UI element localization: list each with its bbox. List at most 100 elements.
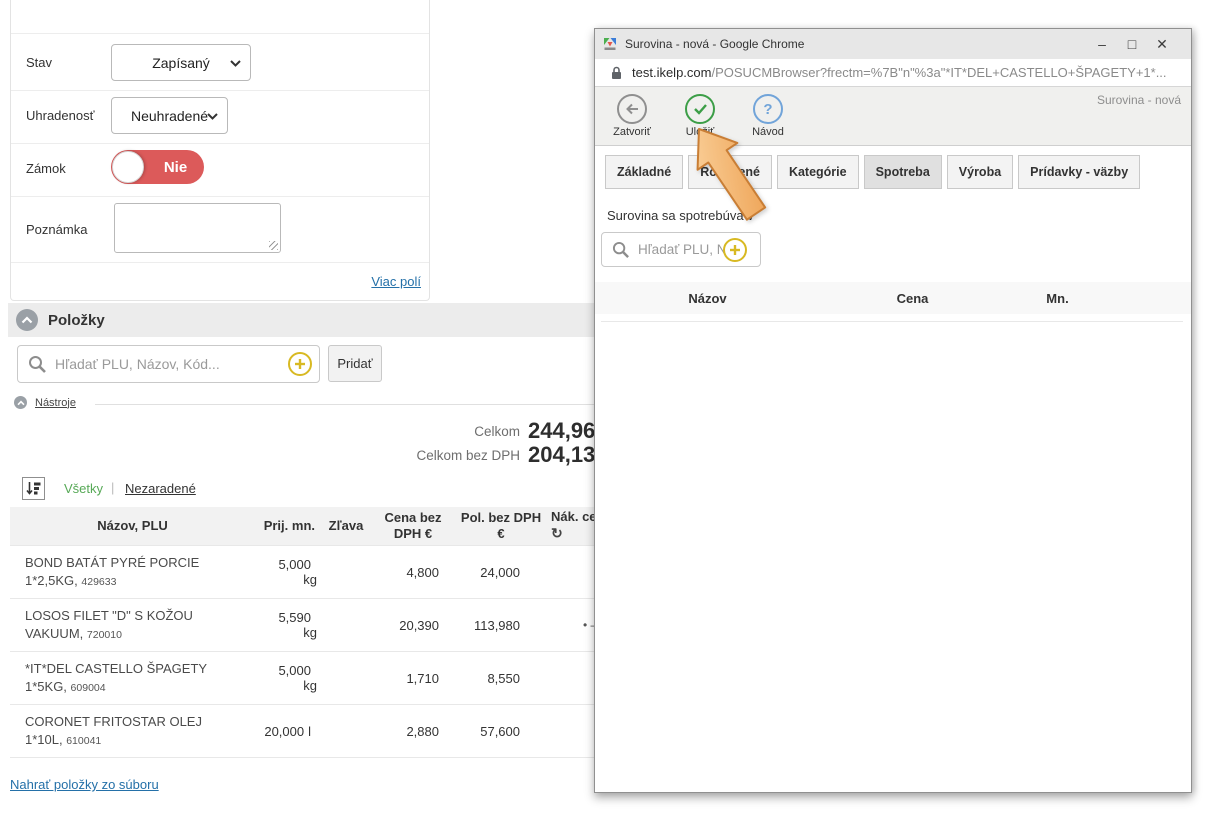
- popup-search-input[interactable]: [638, 242, 730, 257]
- tab-pridavky-vazby[interactable]: Prídavky - väzby: [1018, 155, 1140, 189]
- items-search-input[interactable]: [55, 356, 288, 372]
- back-arrow-icon: [617, 94, 647, 124]
- item-unit: kg: [255, 572, 317, 587]
- items-search-box: [17, 345, 320, 383]
- minimize-button[interactable]: –: [1087, 36, 1117, 52]
- item-qty: 5,000: [278, 557, 311, 572]
- item-unit: kg: [255, 625, 317, 640]
- col-cena: Cena: [820, 291, 1005, 306]
- url-path: /POSUCMBrowser?frectm=%7B"n"%3a"*IT*DEL+…: [711, 65, 1166, 80]
- item-unit: kg: [255, 678, 317, 693]
- popup-window-surovina: Surovina - nová - Google Chrome – □ ✕ te…: [594, 28, 1192, 793]
- col-nazov-plu: Názov, PLU: [10, 518, 255, 534]
- search-icon: [612, 241, 630, 259]
- check-icon: [685, 94, 715, 124]
- search-icon: [28, 355, 47, 374]
- item-pol: 113,980: [457, 618, 545, 633]
- collapse-chevron-icon[interactable]: [16, 309, 38, 331]
- stav-select-value: Zapísaný: [152, 55, 210, 71]
- add-item-plus-icon[interactable]: [288, 352, 312, 376]
- filter-nezaradene[interactable]: Nezaradené: [125, 481, 196, 496]
- divider: [601, 321, 1183, 322]
- nastroje-chevron-icon[interactable]: [14, 396, 27, 409]
- zamok-toggle-value: Nie: [147, 150, 204, 184]
- consume-label: Surovina sa spotrebúva v: [607, 208, 1191, 223]
- celkom-bez-dph-value: 204,13: [528, 442, 595, 468]
- zamok-toggle[interactable]: Nie: [111, 150, 204, 184]
- col-mn: Mn.: [1005, 291, 1110, 306]
- celkom-label: Celkom: [474, 424, 520, 439]
- popup-search-box: [601, 232, 761, 267]
- ulozit-button[interactable]: Uložiť: [673, 94, 727, 138]
- item-name: LOSOS FILET "D" S KOŽOU: [25, 608, 193, 623]
- item-code: 609004: [71, 682, 106, 694]
- zatvorit-button[interactable]: Zatvoriť: [605, 94, 659, 138]
- poznamka-label: Poznámka: [26, 222, 87, 237]
- chevron-down-icon: [230, 60, 241, 67]
- item-name2: 1*2,5KG,: [25, 573, 78, 588]
- item-code: 429633: [81, 576, 116, 588]
- maximize-button[interactable]: □: [1117, 36, 1147, 52]
- tab-kategorie[interactable]: Kategórie: [777, 155, 859, 189]
- refresh-icon[interactable]: ↻: [551, 525, 563, 541]
- popup-page-label: Surovina - nová: [1097, 93, 1181, 107]
- resize-grip-icon[interactable]: [269, 241, 278, 250]
- add-consumption-plus-icon[interactable]: [723, 238, 747, 262]
- item-qty: 20,000: [264, 724, 304, 739]
- tab-rozsirene[interactable]: Rozšírené: [688, 155, 772, 189]
- tab-vyroba[interactable]: Výroba: [947, 155, 1013, 189]
- sort-icon: [26, 481, 41, 496]
- popup-toolbar: Zatvoriť Uložiť ? Návod Surovina - nová: [595, 87, 1191, 146]
- polozky-title: Položky: [48, 312, 105, 329]
- zamok-label: Zámok: [26, 161, 66, 176]
- stav-select[interactable]: Zapísaný: [111, 44, 251, 81]
- totals-block: Celkom 244,96 Celkom bez DPH 204,13: [0, 420, 520, 468]
- popup-window-title: Surovina - nová - Google Chrome: [625, 37, 1087, 51]
- item-cena: 1,710: [369, 671, 457, 686]
- item-cena: 2,880: [369, 724, 457, 739]
- item-name2: 1*10L,: [25, 732, 63, 747]
- item-pol: 8,550: [457, 671, 545, 686]
- document-form-panel: Stav Zapísaný Uhradenosť Neuhradené Zámo…: [10, 0, 430, 301]
- item-cena: 4,800: [369, 565, 457, 580]
- viac-poli-link[interactable]: Viac polí: [371, 274, 421, 289]
- item-qty: 5,590: [278, 610, 311, 625]
- uhradenost-select[interactable]: Neuhradené: [111, 97, 228, 134]
- popup-titlebar[interactable]: Surovina - nová - Google Chrome – □ ✕: [595, 29, 1191, 59]
- ikelp-favicon: [603, 37, 617, 51]
- tab-spotreba[interactable]: Spotreba: [864, 155, 942, 189]
- tab-zakladne[interactable]: Základné: [605, 155, 683, 189]
- close-button[interactable]: ✕: [1147, 36, 1177, 53]
- uhradenost-select-value: Neuhradené: [131, 108, 208, 124]
- toggle-knob: [112, 151, 144, 183]
- upload-items-link[interactable]: Nahrať položky zo súboru: [10, 777, 159, 792]
- filter-separator: |: [111, 480, 114, 495]
- col-prij-mn: Prij. mn.: [255, 518, 323, 534]
- sort-button[interactable]: [22, 477, 45, 500]
- navod-button[interactable]: ? Návod: [741, 94, 795, 138]
- item-name: BOND BATÁT PYRÉ PORCIE: [25, 555, 199, 570]
- filter-vsetky[interactable]: Všetky: [64, 481, 103, 496]
- item-pol: 57,600: [457, 724, 545, 739]
- url-text: test.ikelp.com/POSUCMBrowser?frectm=%7B"…: [632, 65, 1167, 80]
- item-unit: l: [308, 724, 311, 739]
- question-icon: ?: [753, 94, 783, 124]
- item-name: *IT*DEL CASTELLO ŠPAGETY: [25, 661, 207, 676]
- url-host: test.ikelp.com: [632, 65, 711, 80]
- item-pol: 24,000: [457, 565, 545, 580]
- chevron-down-icon: [207, 113, 218, 120]
- item-name: CORONET FRITOSTAR OLEJ: [25, 714, 202, 729]
- col-pol-bez-dph: Pol. bez DPH €: [457, 510, 545, 543]
- item-cena: 20,390: [369, 618, 457, 633]
- col-zlava: Zľava: [323, 518, 369, 534]
- popup-urlbar[interactable]: test.ikelp.com/POSUCMBrowser?frectm=%7B"…: [595, 59, 1191, 87]
- pridat-button[interactable]: Pridať: [328, 345, 382, 382]
- nastroje-link[interactable]: Nástroje: [35, 397, 76, 409]
- poznamka-textarea[interactable]: [114, 203, 281, 253]
- popup-table-header: Názov Cena Mn.: [595, 282, 1191, 314]
- item-code: 720010: [87, 629, 122, 641]
- col-cena-bez-dph: Cena bez DPH €: [369, 510, 457, 543]
- col-nazov: Názov: [595, 291, 820, 306]
- lock-icon: [611, 66, 622, 80]
- item-name2: VAKUUM,: [25, 626, 83, 641]
